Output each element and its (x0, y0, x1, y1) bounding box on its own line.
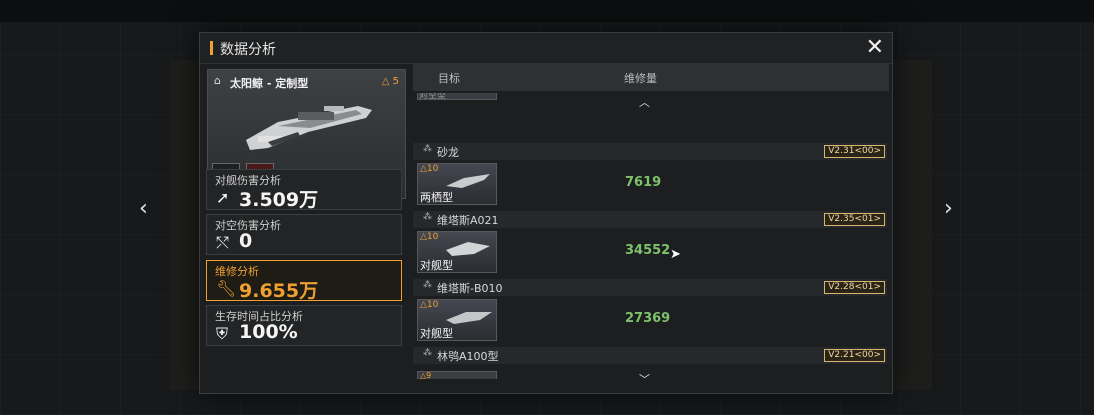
version-badge: V2.21<00> (824, 349, 885, 362)
ship-thumb-level: △10 (420, 164, 439, 174)
prev-arrow-button[interactable]: ‹ (139, 196, 148, 221)
ship-thumb-level: △9 (420, 371, 432, 380)
group-row: ⁂ 林鸮A100型 V2.21<00> (413, 347, 887, 364)
stat-value: 3.509万 (239, 189, 319, 211)
group-icon: ⁂ (423, 144, 432, 154)
group-name: 砂龙 (437, 146, 459, 159)
shield-icon: ⛨ (216, 324, 229, 343)
version-badge: V2.31<00> (824, 145, 885, 158)
repair-table[interactable]: 目标 维修量 对空型 ︿ ⁂ 砂龙 V2.31<00> △10 两栖型 7619… (413, 63, 889, 379)
ship-thumb-type: 对舰型 (420, 327, 453, 340)
group-icon: ⁂ (423, 280, 432, 290)
cutoff-ship-type: 对空型 (419, 93, 447, 99)
next-arrow-button[interactable]: › (944, 196, 953, 221)
background-right-panel (892, 60, 932, 390)
group-name: 林鸮A100型 (437, 350, 499, 363)
ship-thumb-type: 对舰型 (420, 259, 453, 272)
arrow-icon: ➚ (216, 188, 230, 207)
title-accent-bar (210, 41, 213, 55)
group-row: ⁂ 维塔斯A021 V2.35<01> (413, 211, 887, 228)
stat-value: 100% (239, 321, 298, 343)
ship-row: △10 对舰型 27369 (413, 297, 887, 347)
stat-repair[interactable]: 维修分析 🔧︎ 9.655万 (206, 260, 402, 302)
modal-title: 数据分析 (220, 42, 276, 58)
ship-thumb-type: 两栖型 (420, 191, 453, 204)
ship-thumb: △10 两栖型 (417, 163, 497, 205)
close-button[interactable]: ✕ (866, 36, 884, 60)
version-badge: V2.28<01> (824, 281, 885, 294)
repair-value: 7619 (625, 175, 662, 190)
stat-survival-time[interactable]: 生存时间占比分析 ⛨ 100% (206, 305, 402, 346)
group-name: 维塔斯-B010 (437, 282, 503, 295)
ship-thumb-image (446, 312, 492, 324)
ship-class-icon: ⌂ (214, 74, 221, 87)
repair-value: 34552 (625, 243, 671, 258)
repair-value: 27369 (625, 311, 671, 326)
version-badge: V2.35<01> (824, 213, 885, 226)
modal-header: 数据分析 ✕ (200, 33, 892, 64)
table-header: 目标 维修量 (413, 63, 889, 91)
stat-anti-air-damage[interactable]: 对空伤害分析 ⤲ 0 (206, 214, 402, 255)
background-top-bar (0, 0, 1094, 22)
data-analysis-modal: 数据分析 ✕ ⌂ 太阳鲸 - 定制型 △ 5 ⍓ ⋔ 对舰伤害分析 ➚ 3.50… (199, 32, 893, 394)
mouse-cursor-icon: ➤ (670, 247, 681, 262)
ship-thumb-image (446, 242, 490, 256)
stat-value: 0 (239, 230, 253, 252)
ship-thumb: △10 对舰型 (417, 299, 497, 341)
wrench-icon: 🔧︎ (216, 279, 237, 298)
ship-row: △10 两栖型 7619 (413, 161, 887, 211)
group-row: ⁂ 维塔斯-B010 V2.28<01> (413, 279, 887, 296)
ship-thumb-image (446, 174, 490, 188)
ship-image (246, 106, 372, 150)
scroll-up-icon[interactable]: ︿ (639, 94, 650, 110)
ship-thumb-level: △10 (420, 232, 439, 242)
group-icon: ⁂ (423, 212, 432, 222)
crossed-arrow-icon: ⤲ (216, 233, 229, 252)
group-icon: ⁂ (423, 348, 432, 358)
column-target: 目标 (438, 72, 460, 85)
stat-anti-ship-damage[interactable]: 对舰伤害分析 ➚ 3.509万 (206, 169, 402, 211)
ship-level: △ 5 (381, 76, 399, 87)
column-repair: 维修量 (624, 72, 657, 85)
group-name: 维塔斯A021 (437, 214, 499, 227)
cutoff-ship-thumb: △9 (417, 371, 497, 379)
scroll-down-icon[interactable]: ﹀ (639, 371, 650, 379)
ship-thumb: △10 对舰型 (417, 231, 497, 273)
ship-thumb-level: △10 (420, 300, 439, 310)
stat-value: 9.655万 (239, 280, 319, 302)
group-row: ⁂ 砂龙 V2.31<00> (413, 143, 887, 160)
ship-row: △10 对舰型 34552 (413, 229, 887, 279)
ship-name: 太阳鲸 - 定制型 (230, 77, 309, 90)
